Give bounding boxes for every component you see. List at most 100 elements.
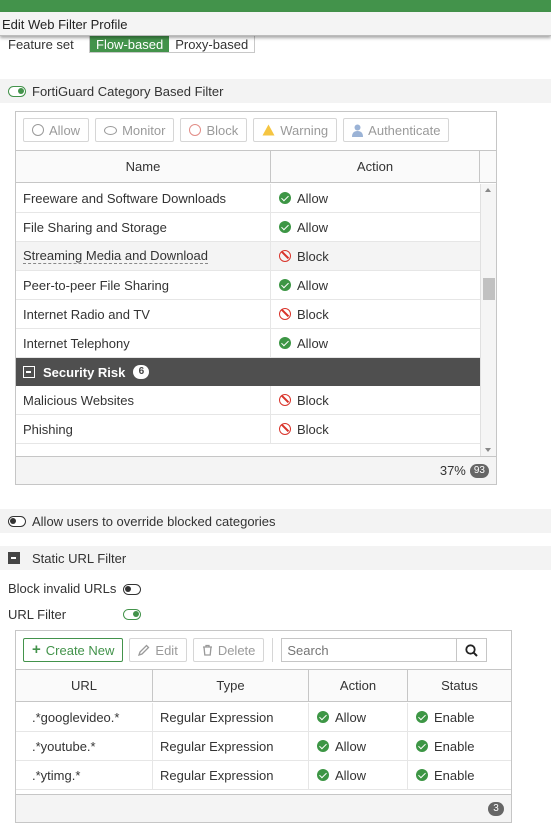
column-url[interactable]: URL: [16, 670, 153, 701]
scroll-up-arrow-icon[interactable]: [485, 188, 491, 192]
table-row[interactable]: Streaming Media and Download Block: [16, 242, 480, 271]
column-action[interactable]: Action: [271, 151, 480, 182]
category-table-footer: 37% 93: [16, 456, 496, 484]
column-name[interactable]: Name: [16, 151, 271, 182]
allow-icon: [317, 711, 329, 723]
warning-button[interactable]: Warning: [253, 118, 338, 142]
allow-icon: [279, 192, 291, 204]
url-type: Regular Expression: [153, 703, 309, 731]
override-toggle[interactable]: [8, 515, 26, 527]
table-row[interactable]: Malicious Websites Block: [16, 386, 480, 415]
enable-icon: [416, 769, 428, 781]
url-toolbar: + Create New Edit Delete: [23, 638, 488, 662]
edit-button[interactable]: Edit: [129, 638, 187, 662]
group-name: Security Risk: [43, 364, 126, 380]
scroll-thumb[interactable]: [483, 278, 495, 300]
category-name: Internet Radio and TV: [16, 300, 271, 328]
url-filter-toggle[interactable]: [123, 609, 141, 620]
fortiguard-toggle[interactable]: [8, 85, 26, 97]
allow-icon: [317, 740, 329, 752]
url-count-badge: 3: [488, 801, 504, 816]
fortiguard-section-header: FortiGuard Category Based Filter: [0, 79, 551, 103]
category-name: Streaming Media and Download: [16, 242, 271, 270]
url-filter-label: URL Filter: [8, 607, 67, 622]
block-icon: [189, 124, 202, 136]
table-row[interactable]: Internet Telephony Allow: [16, 329, 480, 358]
url-type: Regular Expression: [153, 732, 309, 760]
category-table-header: Name Action: [16, 150, 496, 183]
category-action: Allow: [297, 190, 329, 206]
table-row[interactable]: File Sharing and Storage Allow: [16, 213, 480, 242]
toolbar-divider: [272, 638, 274, 662]
block-button-label: Block: [206, 122, 239, 138]
category-action: Block: [297, 421, 329, 437]
category-name: File Sharing and Storage: [16, 213, 271, 241]
url-value: .*ytimg.*: [16, 761, 153, 789]
category-name: Freeware and Software Downloads: [16, 184, 271, 212]
column-type[interactable]: Type: [153, 670, 309, 701]
delete-label: Delete: [217, 642, 256, 658]
fortiguard-label: FortiGuard Category Based Filter: [32, 83, 224, 99]
category-action: Block: [297, 392, 329, 408]
column-action[interactable]: Action: [309, 670, 408, 701]
block-button[interactable]: Block: [180, 118, 248, 142]
monitor-button-label: Monitor: [122, 122, 166, 138]
url-value: .*youtube.*: [16, 732, 153, 760]
block-invalid-urls-label: Block invalid URLs: [8, 581, 117, 596]
dialog-title: Edit Web Filter Profile: [0, 12, 551, 36]
allow-button[interactable]: Allow: [23, 118, 90, 142]
category-action: Allow: [297, 277, 329, 293]
table-row[interactable]: Freeware and Software Downloads Allow: [16, 184, 480, 213]
scroll-percent: 37%: [439, 463, 466, 478]
delete-button[interactable]: Delete: [192, 638, 265, 662]
category-name: Peer-to-peer File Sharing: [16, 271, 271, 299]
block-icon: [279, 250, 291, 262]
static-url-section-header: Static URL Filter: [0, 546, 551, 570]
url-action: Allow: [335, 709, 367, 725]
category-scrollbar[interactable]: [480, 184, 496, 456]
monitor-button[interactable]: Monitor: [95, 118, 175, 142]
category-action: Block: [297, 306, 329, 322]
static-url-label: Static URL Filter: [32, 550, 127, 566]
override-section: Allow users to override blocked categori…: [0, 509, 551, 533]
category-action: Allow: [297, 335, 329, 351]
allow-icon: [279, 279, 291, 291]
group-row-security-risk[interactable]: Security Risk 6: [16, 358, 480, 386]
search-button[interactable]: [457, 638, 488, 662]
url-action: Allow: [335, 767, 367, 783]
category-name-text: Streaming Media and Download: [23, 248, 208, 264]
table-row[interactable]: .*youtube.* Regular Expression Allow Ena…: [16, 732, 511, 761]
total-count-badge: 93: [469, 463, 489, 478]
category-name: Phishing: [16, 415, 271, 443]
feature-set-toggle: Flow-based Proxy-based: [89, 35, 256, 53]
app-header: [0, 0, 551, 12]
block-invalid-urls-toggle[interactable]: [123, 584, 141, 595]
check-circle-icon: [32, 124, 44, 136]
category-name: Internet Telephony: [16, 329, 271, 357]
flow-based-option[interactable]: Flow-based: [90, 36, 170, 52]
proxy-based-option[interactable]: Proxy-based: [169, 36, 255, 52]
allow-icon: [279, 337, 291, 349]
authenticate-button[interactable]: Authenticate: [343, 118, 450, 142]
table-row[interactable]: .*ytimg.* Regular Expression Allow Enabl…: [16, 761, 511, 790]
warning-icon: [262, 124, 275, 136]
plus-icon: +: [32, 641, 41, 658]
table-row[interactable]: Phishing Block: [16, 415, 480, 444]
create-new-label: Create New: [45, 642, 115, 658]
collapse-icon[interactable]: [8, 552, 20, 564]
warning-button-label: Warning: [280, 122, 329, 138]
search-icon: [465, 643, 479, 657]
block-icon: [279, 308, 291, 320]
scroll-down-arrow-icon[interactable]: [485, 448, 491, 452]
column-status[interactable]: Status: [408, 670, 511, 701]
table-row[interactable]: Peer-to-peer File Sharing Allow: [16, 271, 480, 300]
collapse-icon[interactable]: [23, 366, 35, 378]
table-row[interactable]: .*googlevideo.* Regular Expression Allow…: [16, 703, 511, 732]
authenticate-button-label: Authenticate: [368, 122, 441, 138]
url-value: .*googlevideo.*: [16, 703, 153, 731]
enable-icon: [416, 740, 428, 752]
group-count-badge: 6: [133, 365, 150, 379]
search-input[interactable]: [281, 638, 458, 662]
create-new-button[interactable]: + Create New: [23, 638, 124, 662]
table-row[interactable]: Internet Radio and TV Block: [16, 300, 480, 329]
